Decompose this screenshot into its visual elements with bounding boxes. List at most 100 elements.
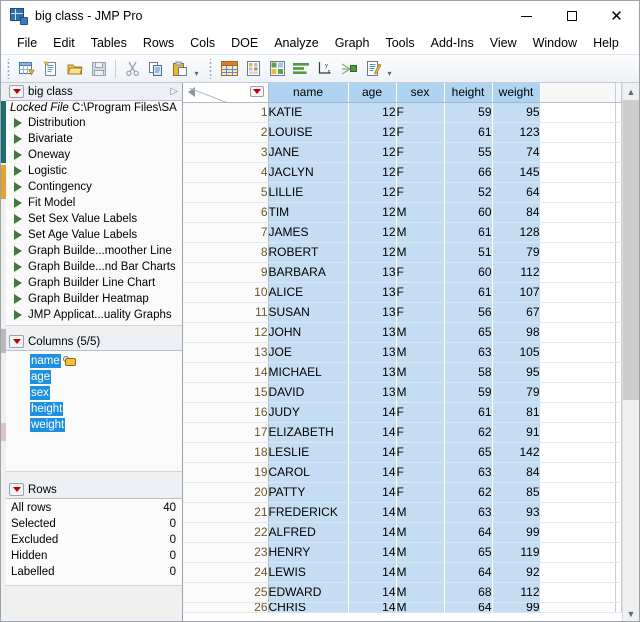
- red-triangle-menu-icon[interactable]: [9, 85, 24, 98]
- table-row[interactable]: 25 EDWARD 14 M 68 112: [183, 582, 622, 603]
- cell-name[interactable]: LESLIE: [268, 442, 349, 463]
- table-row[interactable]: 24 LEWIS 14 M 64 92: [183, 562, 622, 583]
- cut-button[interactable]: [121, 58, 143, 80]
- script-item-graph-builder-line-chart[interactable]: Graph Builder Line Chart: [6, 275, 182, 291]
- table-row[interactable]: 9 BARBARA 13 F 60 112: [183, 262, 622, 283]
- menu-doe[interactable]: DOE: [223, 34, 266, 52]
- cell-age[interactable]: 12: [348, 242, 397, 263]
- data-table-button[interactable]: [218, 58, 240, 80]
- subset-button[interactable]: [266, 58, 288, 80]
- toolbar-grip-2[interactable]: [208, 58, 215, 79]
- cell-height[interactable]: 65: [444, 322, 493, 343]
- toolbar-grip[interactable]: [6, 58, 13, 79]
- cell-sex[interactable]: F: [396, 282, 445, 303]
- cell-weight[interactable]: 91: [492, 422, 541, 443]
- run-script-icon[interactable]: [14, 166, 22, 176]
- script-item-set-age-value-labels[interactable]: Set Age Value Labels: [6, 227, 182, 243]
- cell-sex[interactable]: F: [396, 402, 445, 423]
- red-triangle-menu-icon[interactable]: [9, 335, 24, 348]
- columns-panel-header[interactable]: Columns (5/5): [6, 333, 182, 351]
- menu-window[interactable]: Window: [525, 34, 585, 52]
- expand-arrow-icon[interactable]: ▷: [170, 86, 178, 97]
- cell-sex[interactable]: F: [396, 142, 445, 163]
- menu-rows[interactable]: Rows: [135, 34, 182, 52]
- cell-age[interactable]: 13: [348, 362, 397, 383]
- tab-strip-gray[interactable]: [1, 329, 6, 353]
- run-script-icon[interactable]: [14, 246, 22, 256]
- cell-height[interactable]: 61: [444, 402, 493, 423]
- run-script-icon[interactable]: [14, 182, 22, 192]
- cell-height[interactable]: 63: [444, 462, 493, 483]
- cell-age[interactable]: 13: [348, 282, 397, 303]
- paste-button[interactable]: [169, 58, 191, 80]
- cell-weight[interactable]: 95: [492, 102, 541, 123]
- maximize-button[interactable]: [549, 1, 594, 31]
- cell-name[interactable]: FREDERICK: [268, 502, 349, 523]
- cell-age[interactable]: 12: [348, 202, 397, 223]
- column-item-age[interactable]: age: [6, 369, 182, 385]
- rows-stat-labelled[interactable]: Labelled 0: [6, 564, 182, 580]
- cell-age[interactable]: 14: [348, 422, 397, 443]
- cell-height[interactable]: 61: [444, 282, 493, 303]
- file-toolbar-overflow[interactable]: ▾: [192, 58, 201, 80]
- cell-age[interactable]: 14: [348, 522, 397, 543]
- rows-stat-all-rows[interactable]: All rows 40: [6, 500, 182, 516]
- table-row[interactable]: 18 LESLIE 14 F 65 142: [183, 442, 622, 463]
- cell-age[interactable]: 12: [348, 222, 397, 243]
- cell-sex[interactable]: F: [396, 482, 445, 503]
- cell-name[interactable]: ALICE: [268, 282, 349, 303]
- cell-name[interactable]: TIM: [268, 202, 349, 223]
- row-number[interactable]: 10: [183, 282, 269, 303]
- cell-height[interactable]: 51: [444, 242, 493, 263]
- scrollbar-track[interactable]: [623, 100, 639, 605]
- cell-age[interactable]: 14: [348, 562, 397, 583]
- cell-height[interactable]: 68: [444, 582, 493, 603]
- cell-sex[interactable]: F: [396, 102, 445, 123]
- fit-y-by-x-button[interactable]: y x: [314, 58, 336, 80]
- cell-age[interactable]: 12: [348, 122, 397, 143]
- menu-cols[interactable]: Cols: [182, 34, 223, 52]
- analyze-toolbar-overflow[interactable]: ▾: [385, 58, 394, 80]
- cell-height[interactable]: 65: [444, 442, 493, 463]
- cell-weight[interactable]: 92: [492, 562, 541, 583]
- cell-weight[interactable]: 128: [492, 222, 541, 243]
- cell-sex[interactable]: F: [396, 462, 445, 483]
- row-number[interactable]: 2: [183, 122, 269, 143]
- cell-sex[interactable]: M: [396, 342, 445, 363]
- new-script-button[interactable]: [40, 58, 62, 80]
- cell-sex[interactable]: M: [396, 362, 445, 383]
- table-row[interactable]: 11 SUSAN 13 F 56 67: [183, 302, 622, 323]
- run-script-icon[interactable]: [14, 310, 22, 320]
- cell-sex[interactable]: M: [396, 502, 445, 523]
- cell-height[interactable]: 65: [444, 542, 493, 563]
- row-number[interactable]: 13: [183, 342, 269, 363]
- cell-age[interactable]: 12: [348, 182, 397, 203]
- graph-builder-button[interactable]: [338, 58, 360, 80]
- cell-weight[interactable]: 85: [492, 482, 541, 503]
- table-row[interactable]: 22 ALFRED 14 M 64 99: [183, 522, 622, 543]
- cell-sex[interactable]: M: [396, 202, 445, 223]
- cell-sex[interactable]: F: [396, 162, 445, 183]
- run-script-icon[interactable]: [14, 198, 22, 208]
- cell-age[interactable]: 12: [348, 162, 397, 183]
- table-row[interactable]: 6 TIM 12 M 60 84: [183, 202, 622, 223]
- column-item-height[interactable]: height: [6, 401, 182, 417]
- scroll-down-button[interactable]: ▼: [623, 605, 639, 621]
- row-number[interactable]: 6: [183, 202, 269, 223]
- cell-height[interactable]: 55: [444, 142, 493, 163]
- cell-sex[interactable]: F: [396, 182, 445, 203]
- cell-name[interactable]: DAVID: [268, 382, 349, 403]
- row-number[interactable]: 8: [183, 242, 269, 263]
- cell-weight[interactable]: 84: [492, 462, 541, 483]
- cell-sex[interactable]: M: [396, 242, 445, 263]
- row-number[interactable]: 16: [183, 402, 269, 423]
- cell-height[interactable]: 62: [444, 482, 493, 503]
- menu-tables[interactable]: Tables: [83, 34, 135, 52]
- cell-sex[interactable]: M: [396, 602, 445, 613]
- minimize-button[interactable]: [504, 1, 549, 31]
- row-number[interactable]: 1: [183, 102, 269, 123]
- cell-name[interactable]: JOE: [268, 342, 349, 363]
- cell-sex[interactable]: F: [396, 302, 445, 323]
- table-row[interactable]: 12 JOHN 13 M 65 98: [183, 322, 622, 343]
- cell-weight[interactable]: 105: [492, 342, 541, 363]
